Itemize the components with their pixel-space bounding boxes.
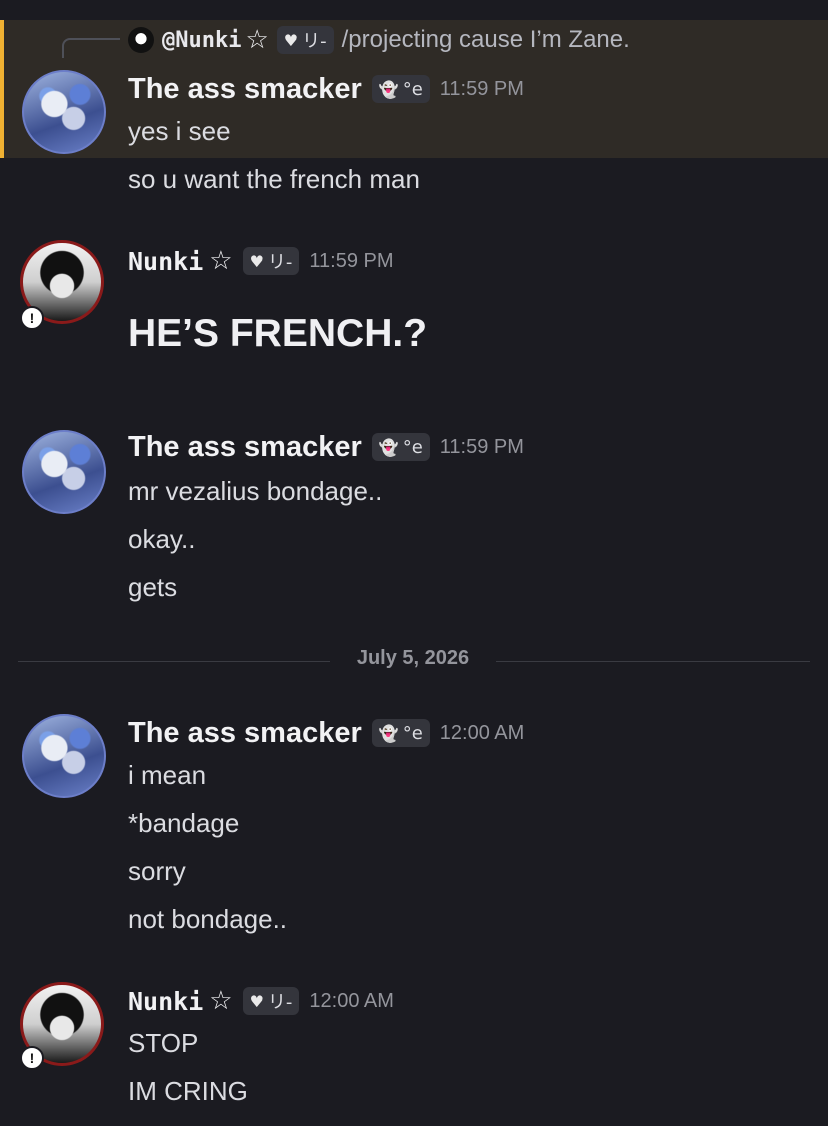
alert-badge-icon: ! [20, 1046, 44, 1070]
message-header: The ass smacker 👻 °e 11:59 PM [128, 70, 524, 108]
message-line[interactable]: so u want the french man [128, 164, 420, 195]
star-icon: ☆ [209, 986, 233, 1016]
divider-right [496, 661, 810, 662]
message-header: Nunki ☆ ♥ リ- 11:59 PM [128, 242, 394, 280]
divider-left [18, 661, 330, 662]
username[interactable]: The ass smacker [128, 717, 362, 750]
reply-tag-text: リ- [302, 31, 327, 52]
username[interactable]: The ass smacker [128, 431, 362, 464]
message-line[interactable]: HE’S FRENCH.? [128, 312, 427, 356]
ghost-icon: 👻 [378, 437, 399, 457]
heart-icon: ♥ [249, 251, 264, 271]
message-line[interactable]: IM CRING [128, 1076, 248, 1107]
user-tag[interactable]: 👻 °e [371, 719, 430, 747]
timestamp: 12:00 AM [309, 989, 394, 1012]
reply-text[interactable]: /projecting cause I’m Zane. [342, 26, 630, 54]
heart-icon: ♥ [283, 30, 299, 50]
avatar[interactable] [22, 430, 106, 514]
message-line[interactable]: sorry [128, 856, 186, 887]
message-line[interactable]: mr vezalius bondage.. [128, 476, 382, 507]
username[interactable]: Nunki [128, 987, 203, 1016]
timestamp: 12:00 AM [439, 721, 525, 744]
heart-icon: ♥ [249, 991, 264, 1011]
reply-username[interactable]: @Nunki [162, 28, 241, 53]
message-header: Nunki ☆ ♥ リ- 12:00 AM [128, 982, 394, 1020]
reply-avatar[interactable] [128, 27, 154, 53]
user-tag[interactable]: 👻 °e [371, 433, 430, 461]
timestamp: 11:59 PM [309, 249, 394, 272]
star-icon: ☆ [209, 246, 233, 276]
message-line[interactable]: *bandage [128, 808, 239, 839]
reply-star-icon: ☆ [245, 25, 269, 55]
tag-text: °e [402, 436, 423, 458]
tag-text: リ- [267, 992, 293, 1013]
message-line[interactable]: gets [128, 572, 177, 603]
alert-badge-icon: ! [20, 306, 44, 330]
user-tag[interactable]: ♥ リ- [242, 247, 300, 275]
timestamp: 11:59 PM [439, 435, 524, 458]
message-header: The ass smacker 👻 °e 11:59 PM [128, 428, 524, 466]
message-line[interactable]: STOP [128, 1028, 198, 1059]
reply-preview[interactable]: @Nunki ☆ ♥ リ- /projecting cause I’m Zane… [128, 24, 630, 56]
reply-user-tag[interactable]: ♥ リ- [276, 26, 334, 54]
ghost-icon: 👻 [378, 723, 399, 743]
username[interactable]: Nunki [128, 247, 203, 276]
username[interactable]: The ass smacker [128, 73, 362, 106]
message-line[interactable]: okay.. [128, 524, 195, 555]
date-divider: July 5, 2026 [356, 647, 470, 669]
tag-text: °e [402, 722, 423, 744]
reply-spine [62, 38, 120, 58]
ghost-icon: 👻 [378, 79, 399, 99]
tag-text: °e [402, 78, 423, 100]
timestamp: 11:59 PM [439, 77, 524, 100]
avatar[interactable] [22, 70, 106, 154]
message-line[interactable]: not bondage.. [128, 904, 287, 935]
message-line[interactable]: i mean [128, 760, 206, 791]
user-tag[interactable]: ♥ リ- [242, 987, 300, 1015]
message-line[interactable]: yes i see [128, 116, 231, 147]
message-header: The ass smacker 👻 °e 12:00 AM [128, 714, 524, 752]
user-tag[interactable]: 👻 °e [371, 75, 430, 103]
mention-bar [0, 20, 4, 158]
avatar[interactable] [22, 714, 106, 798]
tag-text: リ- [267, 252, 293, 273]
